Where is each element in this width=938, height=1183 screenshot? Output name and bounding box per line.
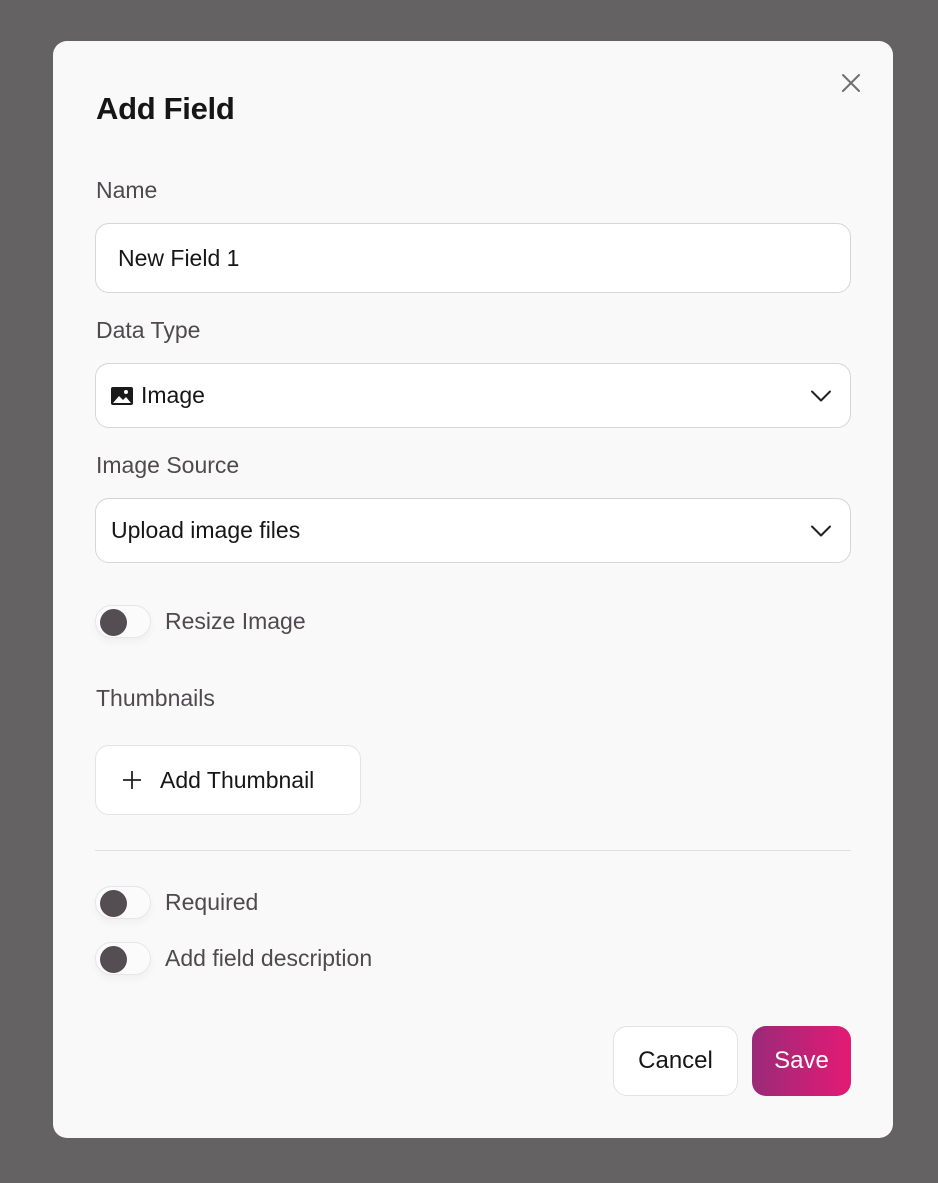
close-icon bbox=[842, 74, 860, 92]
dialog-title: Add Field bbox=[96, 91, 235, 126]
resize-image-row: Resize Image bbox=[95, 605, 306, 638]
plus-icon bbox=[122, 770, 142, 790]
field-description-row: Add field description bbox=[95, 942, 372, 975]
name-label: Name bbox=[96, 177, 158, 203]
toggle-knob bbox=[100, 946, 127, 973]
close-button[interactable] bbox=[839, 71, 863, 95]
cancel-button[interactable]: Cancel bbox=[613, 1026, 738, 1096]
chevron-down-icon bbox=[810, 389, 832, 402]
toggle-knob bbox=[100, 890, 127, 917]
field-description-label: Add field description bbox=[165, 945, 373, 971]
required-row: Required bbox=[95, 886, 258, 919]
add-field-dialog: Add Field Name New Field 1 Data Type Ima… bbox=[53, 41, 893, 1138]
divider bbox=[95, 850, 851, 851]
name-input[interactable]: New Field 1 bbox=[95, 223, 851, 293]
required-label: Required bbox=[165, 889, 259, 915]
add-thumbnail-button[interactable]: Add Thumbnail bbox=[95, 745, 361, 815]
required-toggle[interactable] bbox=[95, 886, 151, 919]
toggle-knob bbox=[100, 609, 127, 636]
data-type-value: Image bbox=[141, 382, 205, 408]
image-source-label: Image Source bbox=[96, 452, 240, 478]
add-thumbnail-label: Add Thumbnail bbox=[160, 766, 315, 793]
save-button[interactable]: Save bbox=[752, 1026, 851, 1096]
image-source-select[interactable]: Upload image files bbox=[95, 498, 851, 563]
name-input-value: New Field 1 bbox=[118, 244, 240, 271]
resize-image-toggle[interactable] bbox=[95, 605, 151, 638]
chevron-down-icon bbox=[810, 524, 832, 537]
thumbnails-label: Thumbnails bbox=[96, 685, 215, 711]
field-description-toggle[interactable] bbox=[95, 942, 151, 975]
data-type-select[interactable]: Image bbox=[95, 363, 851, 428]
resize-image-label: Resize Image bbox=[165, 608, 306, 634]
image-source-value: Upload image files bbox=[111, 517, 301, 543]
data-type-label: Data Type bbox=[96, 317, 201, 343]
image-icon bbox=[111, 386, 133, 405]
